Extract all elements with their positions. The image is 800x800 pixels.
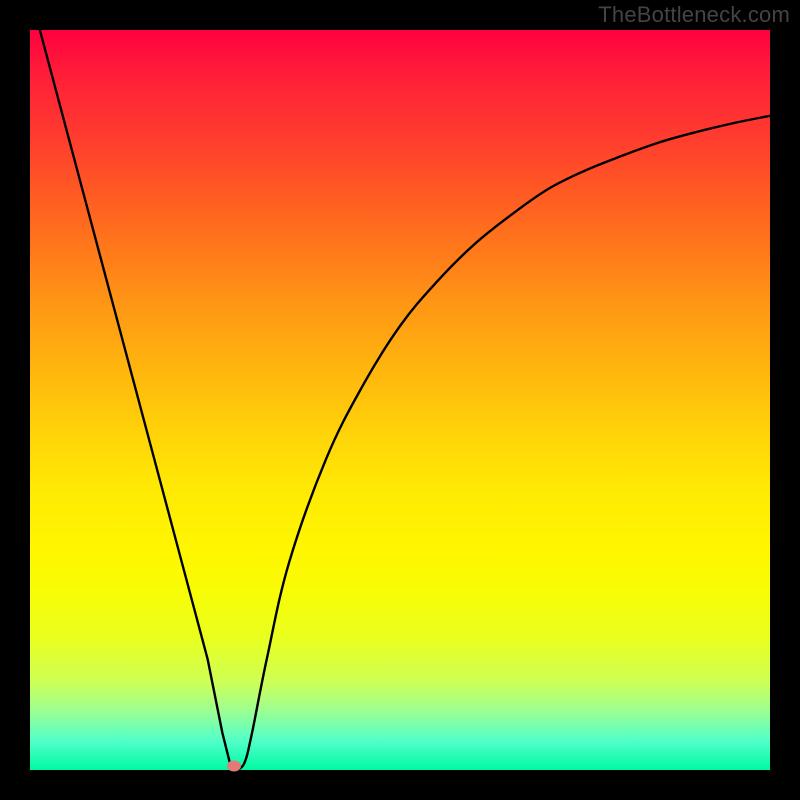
bottleneck-curve	[30, 0, 770, 770]
plot-area	[30, 30, 770, 770]
min-marker	[227, 761, 241, 772]
curve-svg	[30, 30, 770, 770]
watermark-text: TheBottleneck.com	[598, 2, 790, 28]
chart-frame: TheBottleneck.com	[0, 0, 800, 800]
